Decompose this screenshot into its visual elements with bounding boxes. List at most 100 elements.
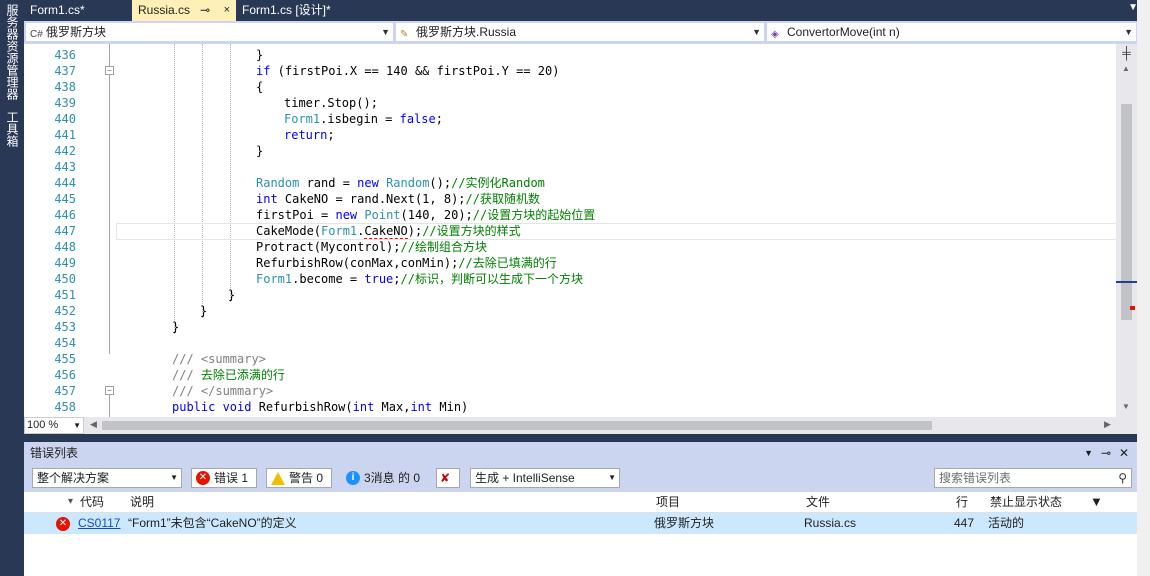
search-placeholder: 搜索错误列表 [939, 471, 1012, 485]
error-list-titlebar: 错误列表 ▼ ⊸ ✕ [24, 442, 1137, 464]
member-name: ConvertorMove(int n) [787, 25, 900, 39]
outline-line [109, 44, 110, 354]
code-line-450: Form1.become = true;//标识，判断可以生成下一个方块 [256, 272, 583, 286]
column-suppression[interactable]: 禁止显示状态 [990, 492, 1062, 512]
build-filter-dropdown[interactable]: 生成 + IntelliSense ▼ [470, 468, 620, 488]
collapse-icon[interactable]: − [105, 66, 114, 75]
collapse-icon[interactable]: − [105, 386, 114, 395]
class-icon: ✎ [400, 29, 409, 40]
line-number: 453 [54, 320, 76, 334]
search-icon: ⚲ [1118, 471, 1127, 485]
messages-filter-button[interactable]: i 3消息 的 0 [341, 468, 427, 488]
column-code[interactable]: 代码 [80, 492, 104, 512]
tab-label: Form1.cs [设计]* [242, 3, 331, 17]
right-edge-panel [1137, 0, 1150, 576]
search-error-list-input[interactable]: 搜索错误列表 ⚲ [934, 468, 1132, 488]
column-line[interactable]: 行 [956, 492, 968, 512]
server-explorer-tab[interactable]: 服务器资源管理器 [2, 2, 22, 102]
filter-icon[interactable]: ▼ [1090, 492, 1103, 512]
code-line-455: /// <summary> [172, 352, 266, 366]
code-line-452: } [200, 304, 208, 318]
left-toolwindow-strip: 服务器资源管理器 工具箱 [0, 0, 24, 576]
toolbox-tab[interactable]: 工具箱 [2, 106, 22, 152]
code-editor[interactable]: 436 437 438 439 440 441 442 443 444 445 … [24, 44, 1137, 417]
line-number: 443 [54, 160, 76, 174]
line-number: 442 [54, 144, 76, 158]
error-squiggle: CakeNO [364, 224, 408, 239]
class-name: 俄罗斯方块.Russia [416, 25, 517, 39]
error-icon: ✕ [56, 517, 70, 531]
horizontal-scroll-row: 100 % ▼ ◀ ▶ [24, 417, 1137, 434]
code-line-453: } [172, 320, 180, 334]
line-number: 455 [54, 352, 76, 366]
error-code-link[interactable]: CS0117 [78, 513, 120, 534]
outline-line [109, 395, 110, 417]
scroll-right-icon[interactable]: ▶ [1104, 419, 1111, 430]
scroll-up-icon[interactable]: ▲ [1122, 64, 1130, 73]
panel-menu-icon[interactable]: ▼ [1084, 442, 1093, 464]
member-dropdown[interactable]: ◈ ConvertorMove(int n) ▼ [766, 22, 1137, 42]
code-line-449: RefurbishRow(conMax,conMin);//去除已填满的行 [256, 256, 557, 270]
line-number: 441 [54, 128, 76, 142]
pin-icon[interactable]: ⊸ [200, 0, 210, 21]
error-description: “Form1”未包含“CakeNO”的定义 [128, 516, 297, 530]
error-suppression: 活动的 [988, 516, 1025, 530]
pin-icon[interactable]: ⊸ [1101, 442, 1111, 464]
tab-russia-cs[interactable]: Russia.cs ⊸ × [132, 0, 236, 21]
line-number: 456 [54, 368, 76, 382]
error-list-toolbar: 整个解决方案 ▼ ✕ 错误 1 警告 0 i 3消息 的 0 ✘ 生成 + Intel… [24, 464, 1137, 492]
chevron-down-icon: ▼ [1124, 27, 1133, 37]
line-number: 446 [54, 208, 76, 222]
caret-position-marker [1116, 281, 1137, 283]
column-project[interactable]: 项目 [656, 492, 680, 512]
table-row[interactable]: ✕ CS0117 “Form1”未包含“CakeNO”的定义 俄罗斯方块 Rus… [24, 513, 1137, 534]
scope-dropdown[interactable]: 整个解决方案 ▼ [32, 468, 182, 488]
warnings-count: 警告 0 [289, 471, 324, 485]
close-icon[interactable]: × [224, 0, 230, 21]
scope-value: 整个解决方案 [37, 471, 110, 485]
line-number: 451 [54, 288, 76, 302]
chevron-down-icon: ▼ [381, 27, 390, 37]
class-dropdown[interactable]: ✎ 俄罗斯方块.Russia ▼ [395, 22, 765, 42]
code-line-451: } [228, 288, 236, 302]
line-number: 449 [54, 256, 76, 270]
scrollbar-thumb[interactable] [1121, 104, 1132, 320]
error-list-header: ▾ 代码 说明 项目 文件 行 禁止显示状态 ▼ [24, 492, 1137, 513]
clear-filter-button[interactable]: ✘ [436, 468, 460, 488]
column-file[interactable]: 文件 [806, 492, 830, 512]
horizontal-scrollbar-thumb[interactable] [102, 421, 932, 430]
project-name: 俄罗斯方块 [46, 25, 107, 39]
line-number: 458 [54, 400, 76, 414]
error-icon: ✕ [196, 471, 210, 485]
warnings-filter-button[interactable]: 警告 0 [266, 468, 332, 488]
code-line-445: int CakeNO = rand.Next(1, 8);//获取随机数 [256, 192, 540, 206]
error-file: Russia.cs [804, 516, 857, 530]
errors-filter-button[interactable]: ✕ 错误 1 [191, 468, 257, 488]
tab-form1-cs[interactable]: Form1.cs* [24, 0, 132, 21]
zoom-combobox[interactable]: 100 % ▼ [24, 417, 84, 434]
error-marker[interactable] [1130, 306, 1135, 310]
code-line-436: } [256, 48, 264, 62]
code-line-458: public void RefurbishRow(int Max,int Min… [172, 400, 469, 414]
error-line: 447 [954, 516, 975, 530]
sort-icon[interactable]: ▾ [68, 492, 73, 512]
method-icon: ◈ [771, 29, 779, 40]
scroll-down-icon[interactable]: ▼ [1122, 402, 1130, 411]
warning-icon [271, 472, 285, 485]
split-icon[interactable]: ╪ [1119, 46, 1134, 60]
line-number: 448 [54, 240, 76, 254]
chevron-down-icon: ▼ [752, 27, 761, 37]
scroll-left-icon[interactable]: ◀ [90, 419, 97, 430]
chevron-down-icon: ▼ [170, 473, 178, 482]
tab-label: Russia.cs [138, 3, 191, 17]
error-list-panel: 错误列表 ▼ ⊸ ✕ 整个解决方案 ▼ ✕ 错误 1 警告 0 i 3消息 的 0 ✘… [24, 442, 1137, 576]
close-icon[interactable]: ✕ [1119, 442, 1129, 464]
vertical-scrollbar[interactable]: ╪ ▲ ▼ [1116, 44, 1137, 417]
project-dropdown[interactable]: C# 俄罗斯方块 ▼ [25, 22, 394, 42]
chevron-down-icon: ▼ [608, 473, 616, 482]
column-description[interactable]: 说明 [130, 492, 154, 512]
line-number: 452 [54, 304, 76, 318]
tab-form1-designer[interactable]: Form1.cs [设计]* [236, 0, 356, 21]
line-number: 436 [54, 48, 76, 62]
line-number: 440 [54, 112, 76, 126]
